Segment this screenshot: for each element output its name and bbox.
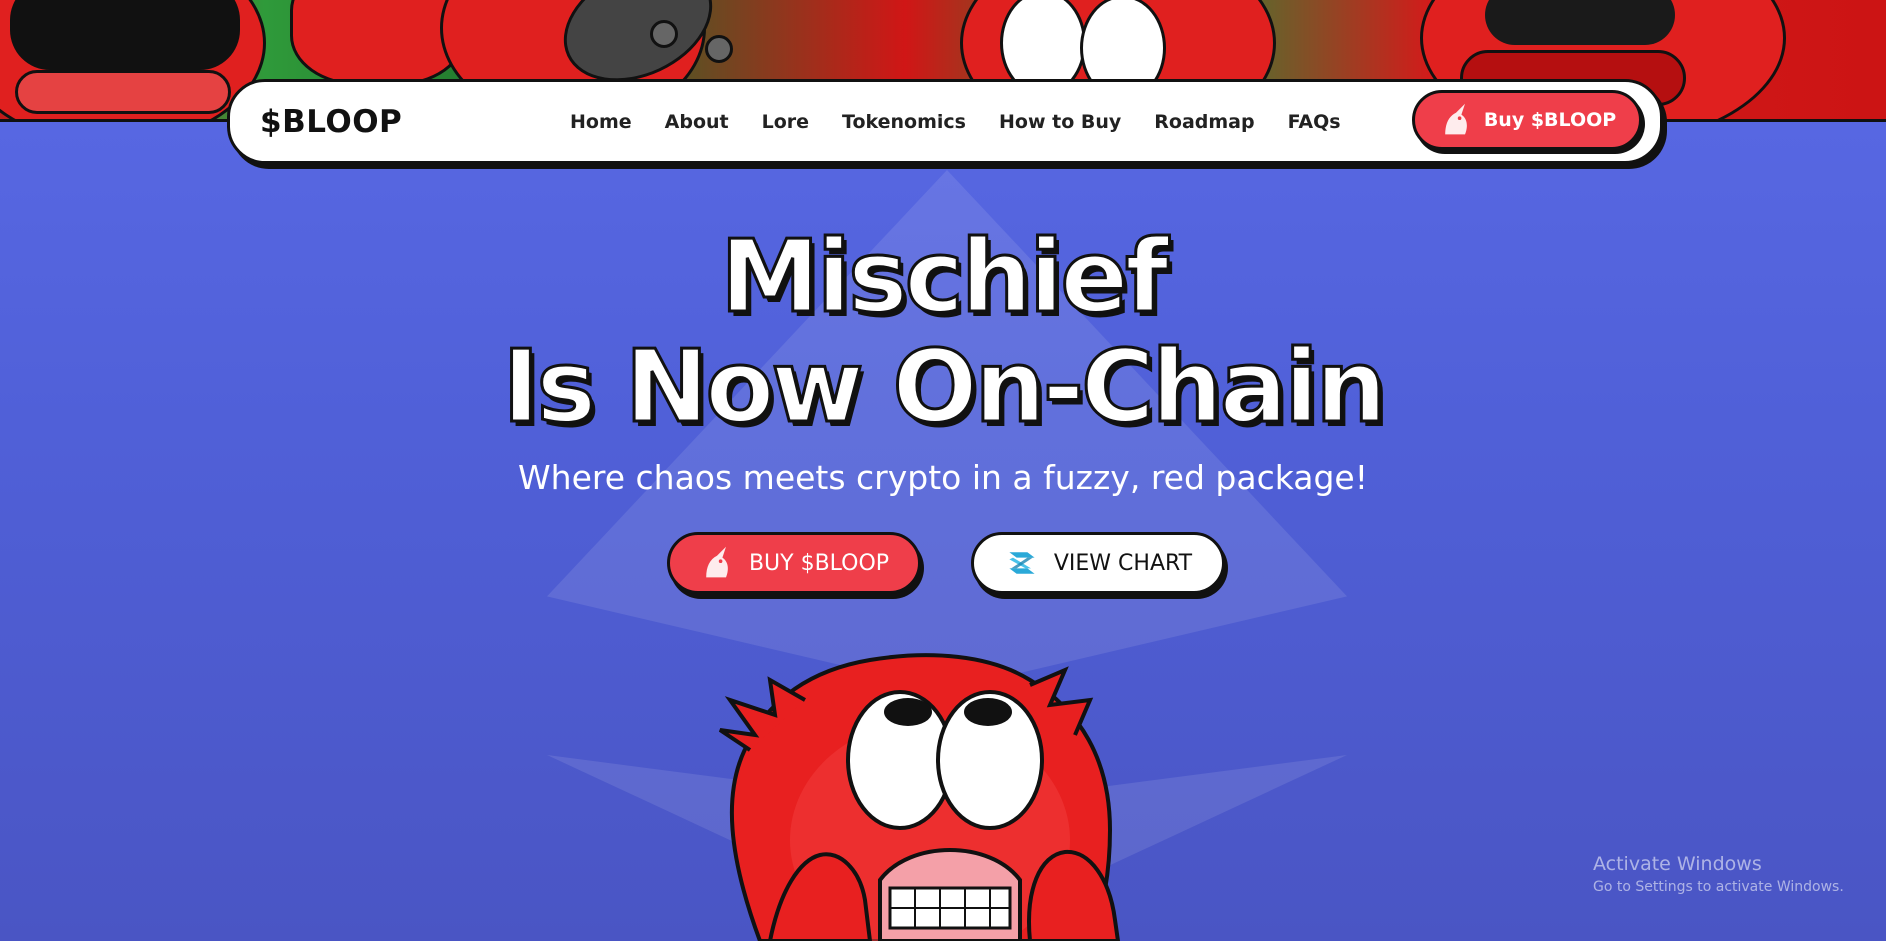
mascot-illustration bbox=[718, 653, 1121, 941]
nav-menu: Home About Lore Tokenomics How to Buy Ro… bbox=[570, 82, 1374, 161]
hero-subtitle: Where chaos meets crypto in a fuzzy, red… bbox=[518, 458, 1368, 497]
nav-item-roadmap[interactable]: Roadmap bbox=[1154, 111, 1254, 133]
navbar: $BLOOP Home About Lore Tokenomics How to… bbox=[227, 79, 1663, 164]
hero-headline-line2: Is Now On-Chain bbox=[501, 327, 1388, 447]
nav-item-about[interactable]: About bbox=[665, 111, 729, 133]
brand-logo[interactable]: $BLOOP bbox=[260, 104, 402, 140]
nav-item-lore[interactable]: Lore bbox=[762, 111, 809, 133]
nav-item-tokenomics[interactable]: Tokenomics bbox=[842, 111, 966, 133]
nav-item-faqs[interactable]: FAQs bbox=[1288, 111, 1341, 133]
unicorn-icon bbox=[706, 546, 728, 578]
nav-item-how-to-buy[interactable]: How to Buy bbox=[999, 111, 1121, 133]
dextools-icon bbox=[1009, 552, 1035, 574]
hero-view-chart-label: VIEW CHART bbox=[1053, 550, 1193, 576]
watermark-title: Activate Windows bbox=[1593, 853, 1762, 875]
creature-hand bbox=[290, 0, 466, 86]
windows-activation-watermark: Activate Windows Go to Settings to activ… bbox=[1593, 853, 1844, 895]
sunglasses bbox=[1485, 0, 1675, 45]
hero-headline-line1: Mischief bbox=[719, 217, 1170, 337]
skateboard-wheel bbox=[650, 20, 678, 48]
nav-item-home[interactable]: Home bbox=[570, 111, 632, 133]
hero-buy-label: BUY $BLOOP bbox=[748, 550, 890, 576]
skateboard-wheel bbox=[705, 35, 733, 63]
hero-buy-button[interactable]: BUY $BLOOP bbox=[667, 532, 921, 594]
nav-buy-label: Buy $BLOOP bbox=[1483, 109, 1617, 131]
sunglasses bbox=[10, 0, 240, 70]
unicorn-icon bbox=[1445, 103, 1467, 135]
watermark-subtitle: Go to Settings to activate Windows. bbox=[1593, 879, 1844, 895]
creature-mouth bbox=[15, 70, 231, 114]
hero-view-chart-button[interactable]: VIEW CHART bbox=[971, 532, 1225, 594]
nav-buy-button[interactable]: Buy $BLOOP bbox=[1412, 90, 1642, 150]
